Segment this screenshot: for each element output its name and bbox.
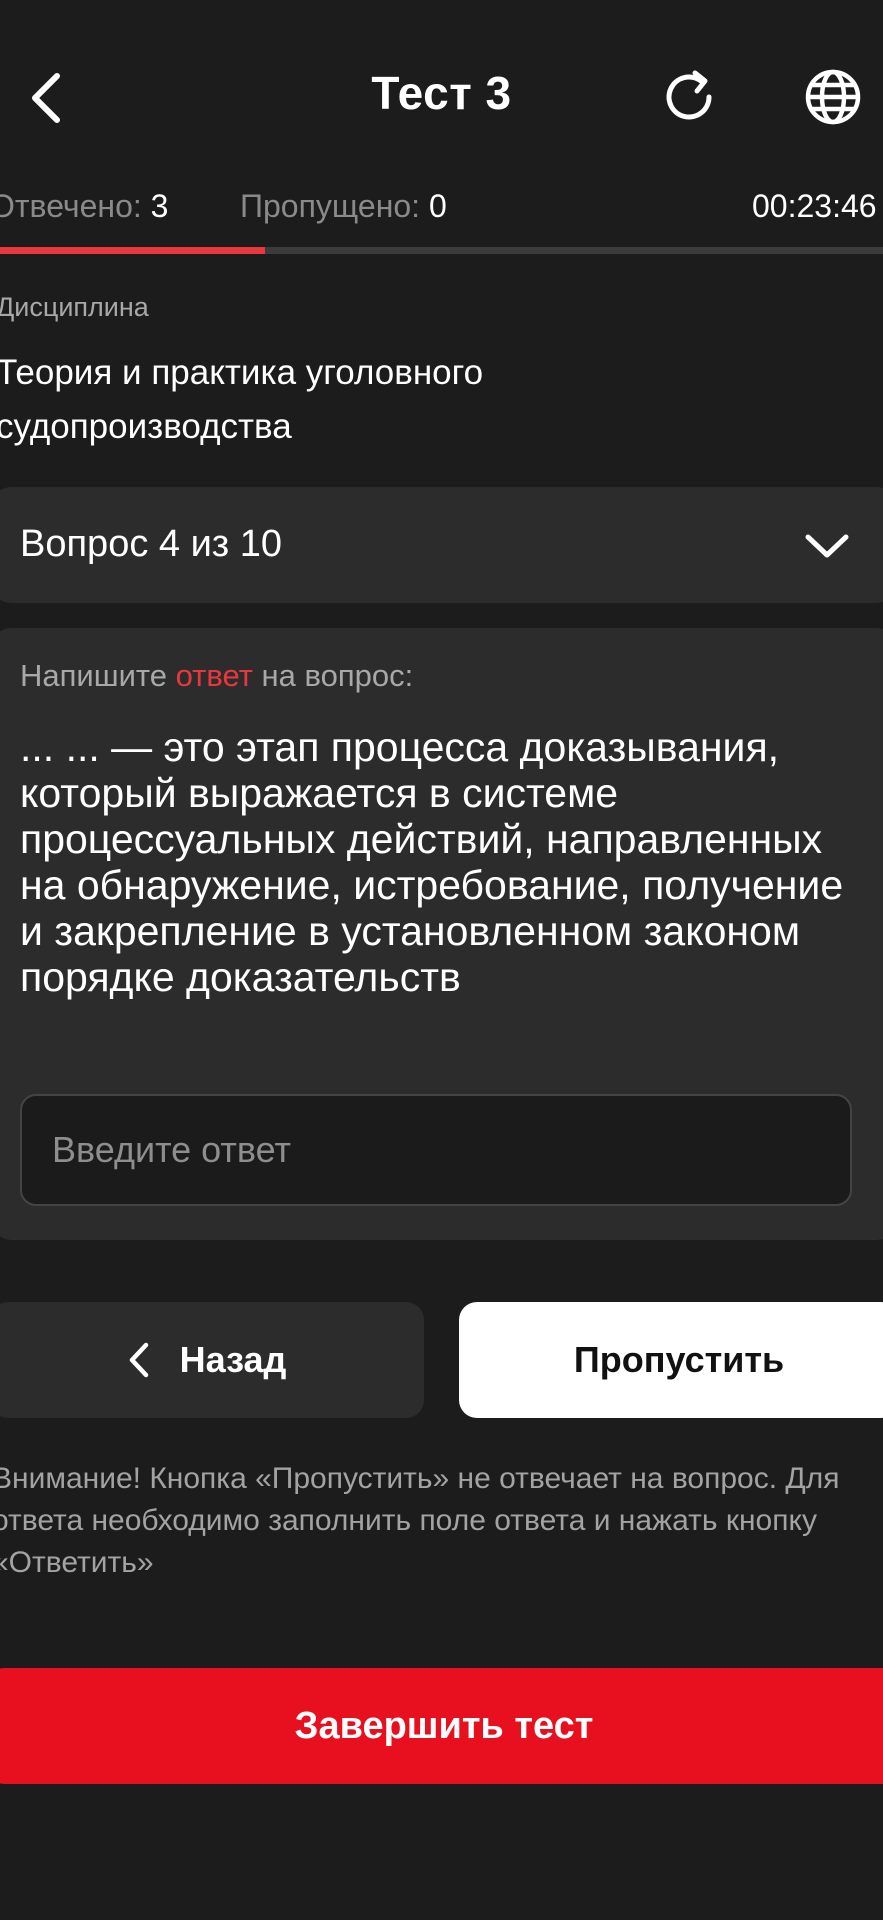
refresh-button[interactable] (656, 64, 722, 130)
app-header: Тест 3 (0, 40, 883, 160)
answered-label: Отвечено: (0, 188, 142, 224)
question-selector-label: Вопрос 4 из 10 (20, 523, 283, 565)
chevron-left-icon (129, 1342, 148, 1378)
skipped-value: 0 (428, 188, 447, 224)
discipline-name: Теория и практика уголовного судопроизво… (0, 353, 484, 446)
skip-warning: Внимание! Кнопка «Пропустить» не отвечае… (0, 1462, 840, 1579)
finish-test-label: Завершить тест (294, 1704, 594, 1747)
prompt-text-before: Напишите (20, 658, 176, 693)
progress-fill (0, 247, 265, 254)
back-question-label: Назад (179, 1339, 287, 1380)
back-question-button[interactable]: Назад (0, 1302, 424, 1418)
question-prompt: Напишите ответ на вопрос: (20, 658, 413, 694)
globe-icon (805, 69, 861, 125)
refresh-icon (666, 70, 712, 120)
skip-label: Пропустить (573, 1339, 785, 1380)
prompt-text-after: на вопрос: (252, 658, 414, 693)
question-text: ... ... — это этап процесса доказывания,… (20, 724, 844, 1000)
test-stats: Отвечено: 3 Пропущено: 0 00:23:46 (0, 182, 883, 232)
answered-count: Отвечено: 3 (0, 188, 168, 225)
answered-value: 3 (150, 188, 169, 224)
question-card: Напишите ответ на вопрос: ... ... — это … (0, 628, 883, 1240)
skipped-label: Пропущено: (240, 188, 421, 224)
skip-button[interactable]: Пропустить (459, 1302, 883, 1418)
page-title: Тест 3 (371, 67, 512, 119)
finish-test-button[interactable]: Завершить тест (0, 1668, 883, 1784)
prompt-accent: ответ (175, 658, 253, 693)
question-selector-toggle[interactable] (802, 521, 852, 571)
chevron-down-icon (805, 534, 849, 558)
question-selector[interactable]: Вопрос 4 из 10 (0, 487, 883, 603)
answer-input[interactable] (20, 1094, 852, 1206)
discipline-label: Дисциплина (0, 292, 149, 322)
progress-bar (0, 247, 883, 254)
language-button[interactable] (800, 64, 866, 130)
timer: 00:23:46 (752, 188, 877, 224)
skipped-count: Пропущено: 0 (240, 188, 447, 225)
